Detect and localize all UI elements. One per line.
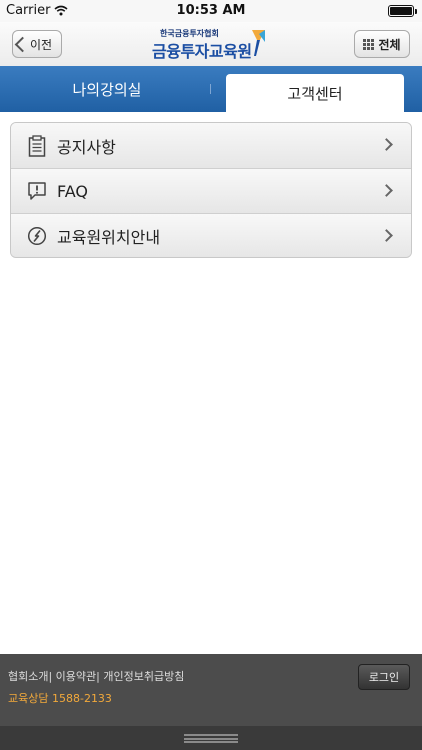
back-button-label: 이전 xyxy=(29,37,53,52)
battery-icon xyxy=(388,5,417,17)
tab-customer-center-label: 고객센터 xyxy=(287,84,343,103)
footer-links[interactable]: 협회소개| 이용약관| 개인정보취급방침 xyxy=(8,668,184,684)
chevron-right-icon xyxy=(380,138,393,151)
menu-list: 공지사항 FAQ 교육원위치안내 xyxy=(10,122,412,258)
menu-item-location[interactable]: 교육원위치안내 xyxy=(11,213,411,257)
login-button[interactable]: 로그인 xyxy=(358,664,410,690)
grid-icon xyxy=(363,38,375,50)
menu-item-notices-label: 공지사항 xyxy=(57,137,116,157)
menu-item-faq[interactable]: FAQ xyxy=(11,168,411,213)
menu-item-faq-label: FAQ xyxy=(57,181,88,201)
menu-item-location-label: 교육원위치안내 xyxy=(57,228,161,247)
drag-handle-icon[interactable] xyxy=(184,734,238,743)
status-bar: Carrier 10:53 AM xyxy=(0,0,422,22)
tab-my-classroom-label: 나의강의실 xyxy=(72,80,142,99)
logo-title: 금융투자교육원 xyxy=(152,42,252,61)
chevron-right-icon xyxy=(380,229,393,242)
chevron-right-icon xyxy=(380,184,393,197)
speech-exclamation-icon xyxy=(27,180,47,202)
logo[interactable]: 한국금융투자협회 금융투자교육원 xyxy=(150,26,272,62)
bottom-bar xyxy=(0,726,422,750)
menu-item-notices[interactable]: 공지사항 xyxy=(11,123,411,168)
status-time: 10:53 AM xyxy=(176,3,246,18)
all-menu-button[interactable]: 전체 xyxy=(354,30,410,58)
back-button[interactable]: 이전 xyxy=(12,30,62,58)
footer-phone[interactable]: 교육상담 1588-2133 xyxy=(8,690,112,706)
navigation-bar: 이전 한국금융투자협회 금융투자교육원 전체 xyxy=(0,22,422,66)
compass-icon xyxy=(27,225,47,247)
tab-bar: 나의강의실 고객센터 xyxy=(0,66,422,112)
login-button-label: 로그인 xyxy=(368,671,400,684)
tab-customer-center[interactable]: 고객센터 xyxy=(226,74,404,112)
tab-divider xyxy=(210,84,211,94)
footer: 협회소개| 이용약관| 개인정보취급방침 교육상담 1588-2133 로그인 xyxy=(0,654,422,726)
clipboard-icon xyxy=(27,134,47,157)
tab-my-classroom[interactable]: 나의강의실 xyxy=(0,66,214,112)
logo-mark-icon xyxy=(252,30,265,56)
all-menu-label: 전체 xyxy=(378,37,401,52)
